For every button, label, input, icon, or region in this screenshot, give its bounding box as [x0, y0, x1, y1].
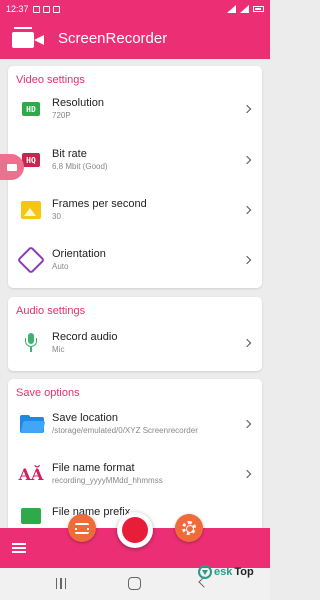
chevron-right-icon: [242, 419, 252, 429]
save-location-setting[interactable]: Save location /storage/emulated/0/XYZ Sc…: [8, 399, 262, 449]
watermark-logo-icon: [198, 565, 212, 579]
gear-icon: [182, 521, 196, 535]
prefix-icon: [20, 505, 42, 527]
signal-icon: [240, 5, 249, 13]
audio-settings-card: Audio settings Record audio Mic: [8, 297, 262, 371]
film-icon: [75, 522, 89, 534]
recents-icon[interactable]: [56, 578, 66, 589]
app-title: ScreenRecorder: [58, 30, 168, 47]
notification-icons: [32, 5, 60, 13]
camera-logo-icon: [12, 26, 46, 51]
record-icon: [122, 517, 148, 543]
setting-value: 6.8 Mbit (Good): [52, 162, 108, 171]
setting-value: 30: [52, 212, 61, 221]
chevron-right-icon: [242, 469, 252, 479]
rotate-icon: [16, 245, 46, 275]
notification-icon: [42, 5, 50, 13]
setting-value: Auto: [52, 262, 69, 271]
hd-icon: HD: [20, 98, 42, 120]
status-time: 12:37: [6, 4, 29, 14]
mic-icon: [20, 332, 42, 354]
setting-label: Record audio: [52, 331, 118, 343]
record-audio-setting[interactable]: Record audio Mic: [8, 318, 262, 368]
setting-value: recording_yyyyMMdd_hhmmss: [52, 476, 163, 485]
setting-label: Orientation: [52, 248, 106, 260]
chevron-right-icon: [242, 338, 252, 348]
setting-value: /storage/emulated/0/XYZ Screenrecorder: [52, 426, 198, 435]
system-icons: [227, 5, 264, 13]
camera-icon: [7, 163, 17, 171]
notification-icon: [52, 5, 60, 13]
image-icon: [20, 199, 42, 221]
resolution-setting[interactable]: HD Resolution 720P: [8, 84, 262, 134]
wifi-icon: [227, 5, 236, 13]
notification-icon: [32, 5, 40, 13]
audio-settings-title: Audio settings: [16, 305, 86, 317]
watermark-text-tail: Top: [234, 566, 254, 578]
font-icon: AĂ: [18, 464, 44, 484]
folder-icon: [20, 413, 46, 435]
status-bar: 12:37: [0, 0, 270, 18]
record-button[interactable]: [117, 512, 153, 548]
chevron-right-icon: [242, 205, 252, 215]
save-options-title: Save options: [16, 387, 80, 399]
setting-label: Save location: [52, 412, 119, 424]
menu-icon[interactable]: [12, 543, 26, 553]
setting-value: Mic: [52, 345, 65, 354]
bitrate-setting[interactable]: HQ Bit rate 6.8 Mbit (Good): [8, 135, 262, 185]
video-list-button[interactable]: [68, 514, 96, 542]
setting-label: Resolution: [52, 97, 104, 109]
file-name-format-setting[interactable]: AĂ File name format recording_yyyyMMdd_h…: [8, 449, 262, 499]
settings-button[interactable]: [175, 514, 203, 542]
chevron-right-icon: [242, 155, 252, 165]
setting-label: Frames per second: [52, 198, 147, 210]
battery-icon: [253, 6, 264, 12]
watermark-text: esk: [214, 566, 233, 578]
chevron-right-icon: [242, 255, 252, 265]
app-bar: ScreenRecorder: [0, 18, 270, 59]
setting-label: Bit rate: [52, 148, 87, 160]
fps-setting[interactable]: Frames per second 30: [8, 185, 262, 235]
home-icon[interactable]: [128, 577, 141, 590]
setting-label: File name format: [52, 462, 135, 474]
video-settings-card: Video settings HD Resolution 720P HQ Bit…: [8, 66, 262, 288]
setting-value: 720P: [52, 111, 71, 120]
orientation-setting[interactable]: Orientation Auto: [8, 235, 262, 285]
watermark: esk Top: [198, 565, 254, 579]
chevron-right-icon: [242, 104, 252, 114]
